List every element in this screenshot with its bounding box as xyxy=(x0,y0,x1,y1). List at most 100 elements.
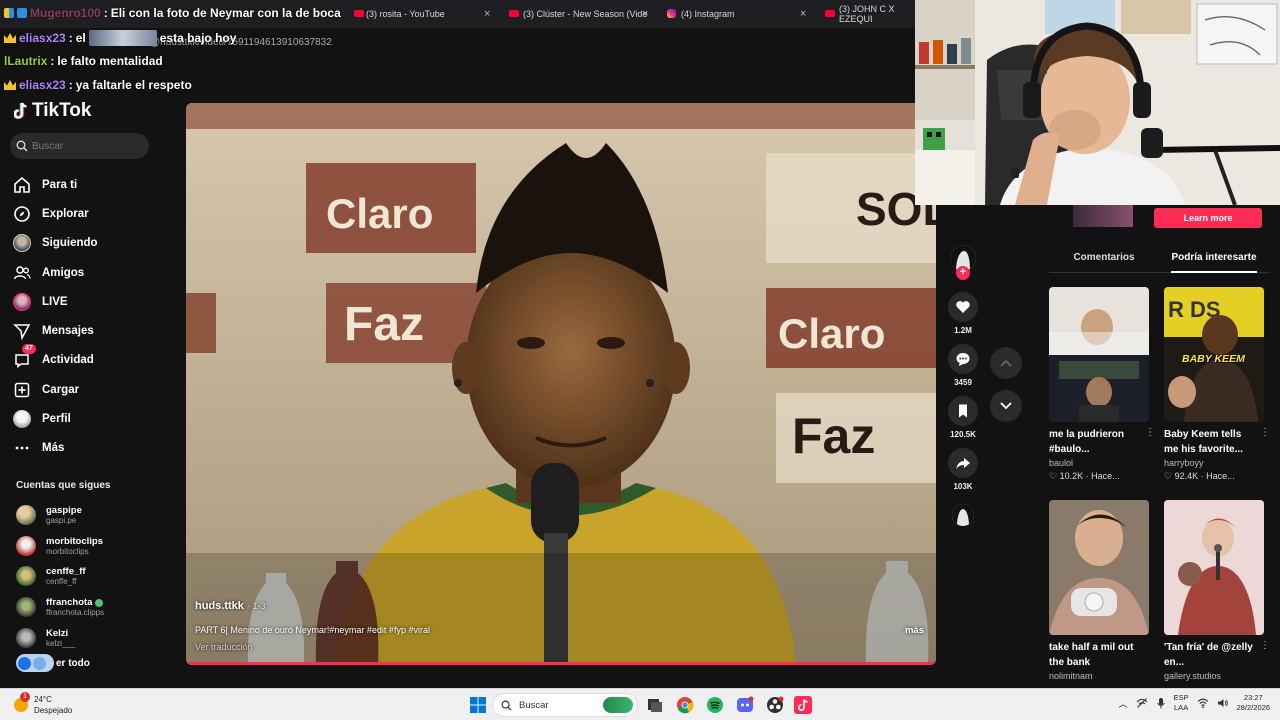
search-input[interactable] xyxy=(32,140,142,152)
recommended-video[interactable]: 'Tan fría' de @zelly en... ⋮ gallery.stu… xyxy=(1164,500,1270,681)
chat-username[interactable]: Mugenro100 xyxy=(30,6,101,20)
chat-text: el xyxy=(75,31,86,45)
volume-icon[interactable] xyxy=(1217,697,1229,709)
account-handle: ffranchota.clipps xyxy=(46,608,105,618)
logo-text: TikTok xyxy=(32,100,92,121)
tiktok-app-icon[interactable] xyxy=(794,696,812,714)
nav-item-activity[interactable]: 47 Actividad xyxy=(12,344,182,375)
video-thumbnail: R DS BABY KEEM xyxy=(1164,287,1264,422)
more-description-button[interactable]: más xyxy=(905,625,924,636)
chat-message: Mugenro100 : Eli con la foto de Neymar c… xyxy=(4,6,341,20)
recommended-video[interactable]: R DS BABY KEEM Baby Keem tells me his fa… xyxy=(1164,287,1270,482)
recommendation-stats: ♡ 92.4K · Hace... xyxy=(1164,471,1264,482)
nav-label: Cargar xyxy=(42,383,80,396)
heart-outline-icon: ♡ xyxy=(1164,471,1175,481)
nav-item-for-you[interactable]: Para ti xyxy=(12,170,182,199)
chat-username[interactable]: eliasx23 xyxy=(19,78,66,92)
nav-label: Actividad xyxy=(42,354,94,367)
nav-item-profile[interactable]: Perfil xyxy=(12,404,182,433)
see-translation-link[interactable]: Ver traducción xyxy=(195,642,253,652)
save-button[interactable]: 120.5K xyxy=(945,396,981,439)
obs-icon[interactable] xyxy=(766,696,784,714)
lang-layout: LAA xyxy=(1174,703,1189,712)
followed-account[interactable]: gaspipe gaspi.pe xyxy=(16,500,182,531)
windows-start-icon[interactable] xyxy=(469,696,487,714)
chevron-up-icon xyxy=(1000,359,1012,367)
right-panel: Learn more Comentarios Podría interesart… xyxy=(1033,205,1280,688)
share-button[interactable]: 103K xyxy=(945,448,981,491)
send-icon xyxy=(12,321,32,341)
chat-username[interactable]: eliasx23 xyxy=(19,31,66,45)
weather-widget[interactable]: 1 24°C Despejado xyxy=(14,692,72,716)
nav-item-following[interactable]: Siguiendo xyxy=(12,229,182,258)
next-video-button[interactable] xyxy=(990,390,1022,422)
verified-icon xyxy=(95,598,104,607)
chat-text: esta bajo hoy xyxy=(159,31,237,45)
see-all-link[interactable]: er todo xyxy=(16,654,90,672)
account-handle: kelzi___ xyxy=(46,638,76,648)
chat-sep: : xyxy=(68,78,73,92)
search-box[interactable] xyxy=(10,133,149,159)
recommended-video[interactable]: take half a mil out the bank nolimitnam xyxy=(1049,500,1149,681)
creator-avatar-button[interactable]: + xyxy=(945,245,981,280)
wifi-icon[interactable] xyxy=(1197,697,1209,709)
spotify-icon[interactable] xyxy=(706,696,724,714)
share-icon xyxy=(948,448,978,478)
previous-video-button[interactable] xyxy=(990,347,1022,379)
follow-plus-icon[interactable]: + xyxy=(956,266,970,280)
share-count: 103K xyxy=(953,482,973,491)
clock-time: 23:27 xyxy=(1243,693,1263,702)
sound-disc-button[interactable] xyxy=(945,504,981,526)
more-options-icon[interactable]: ⋮ xyxy=(1260,427,1270,438)
nav-item-upload[interactable]: Cargar xyxy=(12,375,182,404)
chevron-up-icon[interactable]: ︿ xyxy=(1119,697,1128,710)
no-network-icon[interactable] xyxy=(1136,697,1148,709)
language-indicator[interactable]: ESP LAA xyxy=(1174,693,1189,713)
followed-account[interactable]: cenffe_ff cenffe_ff xyxy=(16,561,182,592)
tab-you-may-like[interactable]: Podría interesarte xyxy=(1159,249,1269,273)
microphone-icon[interactable] xyxy=(1156,697,1166,709)
nav-label: Perfil xyxy=(42,413,71,426)
more-options-icon[interactable]: ⋮ xyxy=(1260,640,1270,651)
video-author[interactable]: huds.ttkk · 1-3 xyxy=(195,600,265,612)
task-view-icon[interactable] xyxy=(646,696,664,714)
screen-share-pill-icon xyxy=(16,654,54,672)
tiktok-logo[interactable]: TikTok xyxy=(14,100,91,122)
tab-comments[interactable]: Comentarios xyxy=(1049,249,1159,272)
recommended-video[interactable]: me la pudrieron #baulo... ⋮ baulol ♡ 10.… xyxy=(1049,287,1155,482)
nav-item-more[interactable]: Más xyxy=(12,434,182,463)
avatar xyxy=(16,505,36,526)
ad-thumbnail xyxy=(1073,205,1133,227)
more-options-icon[interactable]: ⋮ xyxy=(1145,427,1155,438)
discord-icon[interactable] xyxy=(736,696,754,714)
nav-label: LIVE xyxy=(42,295,68,308)
clock[interactable]: 23:27 28/2/2026 xyxy=(1237,693,1270,713)
nav-item-explore[interactable]: Explorar xyxy=(12,199,182,228)
followed-account[interactable]: ffranchota ffranchota.clipps xyxy=(16,592,182,623)
video-progress-bar[interactable] xyxy=(186,662,936,665)
like-button[interactable]: 1.2M xyxy=(945,292,981,335)
backdrop-brand-text: Claro xyxy=(326,190,433,237)
video-player[interactable]: Claro Faz Claro Faz SOL xyxy=(186,103,936,665)
taskbar-search[interactable]: Buscar xyxy=(492,693,638,717)
chrome-icon[interactable] xyxy=(676,696,694,714)
webcam-feed xyxy=(915,0,1280,205)
chat-username[interactable]: lLautrix xyxy=(4,54,47,68)
followed-account[interactable]: Kelzi kelzi___ xyxy=(16,622,182,653)
following-avatar-icon xyxy=(12,233,32,253)
search-icon xyxy=(16,140,28,152)
recommendation-author: nolimitnam xyxy=(1049,671,1093,681)
learn-more-button[interactable]: Learn more xyxy=(1154,208,1262,228)
nav-item-friends[interactable]: Amigos xyxy=(12,258,182,287)
inbox-icon: 47 xyxy=(12,344,36,370)
video-thumbnail xyxy=(1049,500,1149,635)
nav-label: Para ti xyxy=(42,178,78,191)
backdrop-brand-text: Faz xyxy=(344,298,424,351)
chevron-down-icon xyxy=(1000,402,1012,410)
comment-button[interactable]: 3459 xyxy=(945,344,981,387)
following-title: Cuentas que sigues xyxy=(16,480,111,491)
followed-account[interactable]: morbitoclips morbitoclips xyxy=(16,531,182,562)
comment-icon xyxy=(948,344,978,374)
nav-item-live[interactable]: LIVE xyxy=(12,287,182,316)
nav-item-messages[interactable]: Mensajes xyxy=(12,316,182,345)
